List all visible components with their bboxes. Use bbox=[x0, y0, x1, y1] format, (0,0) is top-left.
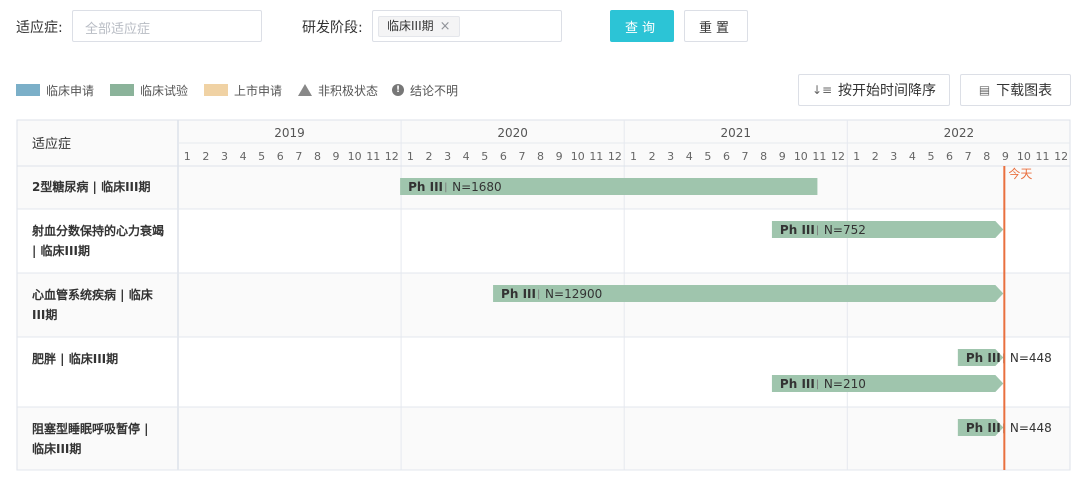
month-label: 5 bbox=[481, 150, 488, 163]
bar-n-label: N=752 bbox=[824, 223, 866, 237]
bar-n-label: N=210 bbox=[824, 377, 866, 391]
month-label: 3 bbox=[221, 150, 228, 163]
month-label: 11 bbox=[1036, 150, 1050, 163]
month-label: 5 bbox=[258, 150, 265, 163]
bar-n-label: N=1680 bbox=[452, 180, 502, 194]
row-label: 射血分数保持的心力衰竭 | 临床III期 bbox=[32, 224, 165, 258]
month-label: 1 bbox=[184, 150, 191, 163]
year-label: 2021 bbox=[720, 126, 751, 140]
month-label: 10 bbox=[1017, 150, 1031, 163]
month-label: 3 bbox=[444, 150, 451, 163]
month-label: 10 bbox=[794, 150, 808, 163]
month-label: 7 bbox=[965, 150, 972, 163]
month-label: 8 bbox=[537, 150, 544, 163]
month-label: 4 bbox=[240, 150, 247, 163]
month-label: 5 bbox=[704, 150, 711, 163]
row-background bbox=[17, 209, 1070, 273]
month-label: 12 bbox=[1054, 150, 1068, 163]
month-label: 12 bbox=[831, 150, 845, 163]
bar-n-label: N=448 bbox=[1010, 351, 1052, 365]
month-label: 9 bbox=[333, 150, 340, 163]
month-label: 4 bbox=[463, 150, 470, 163]
month-label: 3 bbox=[667, 150, 674, 163]
month-label: 7 bbox=[295, 150, 302, 163]
bar-phase-label: Ph III bbox=[966, 351, 1001, 365]
month-label: 12 bbox=[608, 150, 622, 163]
row-background bbox=[17, 337, 1070, 407]
month-label: 4 bbox=[909, 150, 916, 163]
bar-phase-label: Ph III bbox=[408, 180, 443, 194]
year-label: 2020 bbox=[497, 126, 528, 140]
bar-n-label: N=448 bbox=[1010, 421, 1052, 435]
month-label: 11 bbox=[812, 150, 826, 163]
month-label: 5 bbox=[927, 150, 934, 163]
bar-phase-label: Ph III bbox=[780, 377, 815, 391]
bar-n-label: N=12900 bbox=[545, 287, 602, 301]
month-label: 10 bbox=[571, 150, 585, 163]
month-label: 3 bbox=[890, 150, 897, 163]
row-background bbox=[17, 273, 1070, 337]
month-label: 2 bbox=[202, 150, 209, 163]
row-label: 阻塞型睡眠呼吸暂停 | 临床III期 bbox=[32, 422, 149, 456]
row-label: 肥胖 | 临床III期 bbox=[32, 352, 119, 366]
bar-separator: | bbox=[444, 182, 447, 193]
month-label: 2 bbox=[649, 150, 656, 163]
month-label: 6 bbox=[277, 150, 284, 163]
bar-separator: | bbox=[816, 225, 819, 236]
month-label: 12 bbox=[385, 150, 399, 163]
row-background bbox=[17, 407, 1070, 470]
year-label: 2022 bbox=[944, 126, 975, 140]
month-label: 10 bbox=[348, 150, 362, 163]
month-label: 11 bbox=[589, 150, 603, 163]
month-label: 1 bbox=[630, 150, 637, 163]
bar-separator: | bbox=[816, 379, 819, 390]
bar-phase-label: Ph III bbox=[780, 223, 815, 237]
month-label: 6 bbox=[500, 150, 507, 163]
month-label: 2 bbox=[425, 150, 432, 163]
month-label: 7 bbox=[742, 150, 749, 163]
month-label: 6 bbox=[946, 150, 953, 163]
row-label: 2型糖尿病 | 临床III期 bbox=[32, 180, 151, 194]
month-label: 7 bbox=[518, 150, 525, 163]
bar-phase-label: Ph III bbox=[966, 421, 1001, 435]
today-label: 今天 bbox=[1008, 166, 1032, 181]
bar-phase-label: Ph III bbox=[501, 287, 536, 301]
month-label: 9 bbox=[779, 150, 786, 163]
month-label: 8 bbox=[983, 150, 990, 163]
row-label: 心血管系统疾病 | 临床III期 bbox=[32, 288, 153, 322]
month-label: 4 bbox=[686, 150, 693, 163]
indication-column-header: 适应症 bbox=[32, 137, 72, 152]
month-label: 2 bbox=[872, 150, 879, 163]
month-label: 9 bbox=[1002, 150, 1009, 163]
month-label: 6 bbox=[723, 150, 730, 163]
month-label: 1 bbox=[407, 150, 414, 163]
month-label: 8 bbox=[314, 150, 321, 163]
month-label: 1 bbox=[853, 150, 860, 163]
month-label: 11 bbox=[366, 150, 380, 163]
bar-separator: | bbox=[537, 289, 540, 300]
month-label: 9 bbox=[556, 150, 563, 163]
year-label: 2019 bbox=[274, 126, 305, 140]
month-label: 8 bbox=[760, 150, 767, 163]
